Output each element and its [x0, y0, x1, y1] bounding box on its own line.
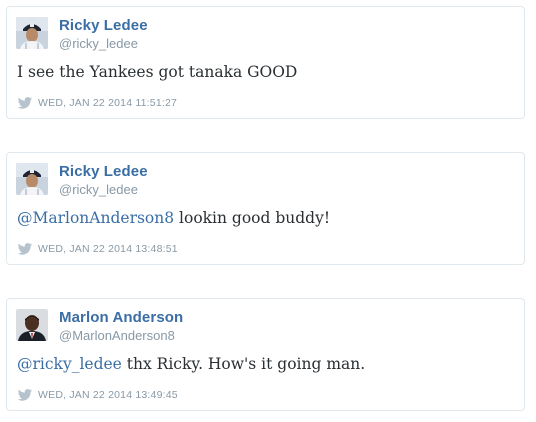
tweet-meta: WED, JAN 22 2014 11:51:27 — [17, 96, 177, 110]
ricky-ledee-avatar — [16, 17, 48, 49]
tweet-text: I see the Yankees got tanaka GOOD — [17, 63, 297, 81]
author-name[interactable]: Ricky Ledee — [59, 17, 148, 34]
tweet-meta: WED, JAN 22 2014 13:49:45 — [17, 388, 178, 402]
tweet-card: Ricky Ledee @ricky_ledee @MarlonAnderson… — [6, 152, 525, 265]
author-handle[interactable]: @ricky_ledee — [59, 182, 138, 197]
tweet-text: @ricky_ledee thx Ricky. How's it going m… — [17, 355, 365, 373]
mention-link[interactable]: @MarlonAnderson8 — [17, 209, 174, 227]
mention-link[interactable]: @ricky_ledee — [17, 355, 122, 373]
tweet-meta: WED, JAN 22 2014 13:48:51 — [17, 242, 178, 256]
avatar[interactable] — [16, 163, 48, 195]
tweet-text: @MarlonAnderson8 lookin good buddy! — [17, 209, 330, 227]
twitter-bird-icon — [17, 388, 33, 401]
author-handle[interactable]: @ricky_ledee — [59, 36, 138, 51]
timestamp[interactable]: WED, JAN 22 2014 13:48:51 — [38, 243, 178, 255]
tweet-body: lookin good buddy! — [174, 209, 331, 227]
marlon-anderson-avatar — [16, 309, 48, 341]
ricky-ledee-avatar — [16, 163, 48, 195]
twitter-bird-icon — [17, 242, 33, 255]
timestamp[interactable]: WED, JAN 22 2014 13:49:45 — [38, 389, 178, 401]
timestamp[interactable]: WED, JAN 22 2014 11:51:27 — [38, 97, 177, 109]
author-name[interactable]: Ricky Ledee — [59, 163, 148, 180]
avatar[interactable] — [16, 309, 48, 341]
twitter-bird-icon — [17, 96, 33, 109]
tweet-card: Ricky Ledee @ricky_ledee I see the Yanke… — [6, 6, 525, 119]
tweet-card: Marlon Anderson @MarlonAnderson8 @ricky_… — [6, 298, 525, 411]
author-handle[interactable]: @MarlonAnderson8 — [59, 328, 175, 343]
tweet-body: I see the Yankees got tanaka GOOD — [17, 63, 298, 81]
author-name[interactable]: Marlon Anderson — [59, 309, 183, 326]
avatar[interactable] — [16, 17, 48, 49]
tweet-body: thx Ricky. How's it going man. — [121, 355, 366, 373]
